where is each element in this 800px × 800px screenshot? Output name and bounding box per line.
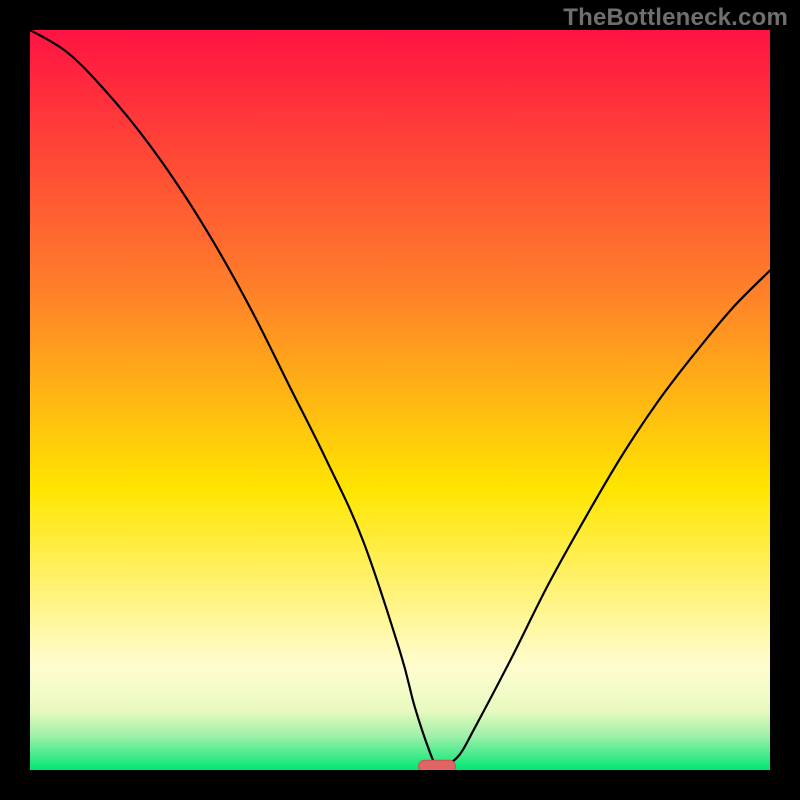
watermark-text: TheBottleneck.com — [563, 4, 788, 32]
chart-frame: TheBottleneck.com — [0, 0, 800, 800]
plot-area — [30, 30, 770, 770]
optimal-marker — [419, 760, 456, 770]
bottleneck-chart — [30, 30, 770, 770]
